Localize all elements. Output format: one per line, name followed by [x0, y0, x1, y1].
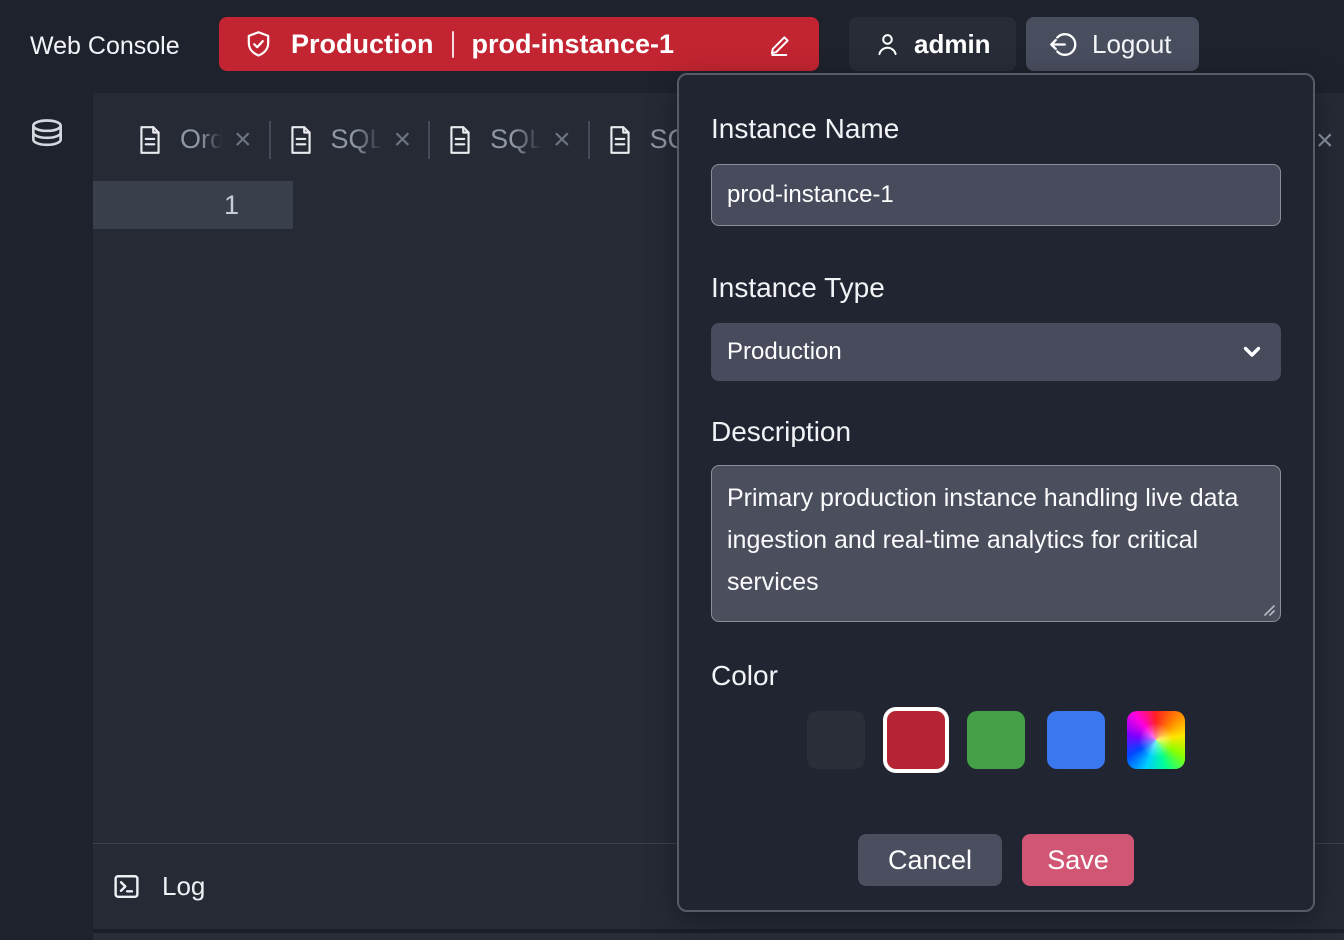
- instance-name-label: Instance Name: [711, 113, 1281, 144]
- user-chip[interactable]: admin: [849, 17, 1016, 71]
- tab-sql-1[interactable]: SQL ×: [288, 124, 412, 155]
- file-icon: [607, 125, 633, 155]
- description-textarea-wrap: Primary production instance handling liv…: [711, 465, 1281, 622]
- color-swatch-row: [711, 711, 1281, 769]
- user-name: admin: [914, 29, 991, 60]
- tab-divider: [428, 121, 430, 159]
- color-label: Color: [711, 660, 1281, 691]
- database-icon[interactable]: [27, 115, 67, 940]
- tab-sql-2[interactable]: SQL ×: [447, 124, 571, 155]
- web-console-screen: Web Console Production prod-instance-1: [0, 0, 1344, 940]
- file-icon: [137, 125, 163, 155]
- edit-instance-icon[interactable]: [767, 30, 795, 58]
- file-icon: [288, 125, 314, 155]
- tab-label: SQL: [490, 124, 544, 155]
- color-swatch-green[interactable]: [967, 711, 1025, 769]
- resize-handle-icon[interactable]: [1262, 603, 1276, 617]
- instance-type-value: Production: [727, 338, 842, 366]
- color-swatch-default-dark[interactable]: [807, 711, 865, 769]
- shield-check-icon: [243, 29, 274, 60]
- instance-type-select[interactable]: Production: [711, 323, 1281, 381]
- tab-divider: [588, 121, 590, 159]
- partial-tab-close-icon[interactable]: ×: [1316, 126, 1334, 156]
- tab-orders[interactable]: Ord ×: [137, 124, 252, 155]
- chevron-down-icon: [1240, 340, 1264, 364]
- logout-button[interactable]: Logout: [1026, 17, 1199, 71]
- tab-label: Ord: [180, 124, 225, 155]
- tab-close-icon[interactable]: ×: [394, 125, 412, 155]
- color-swatch-red-selected[interactable]: [887, 711, 945, 769]
- instance-type-label: Instance Type: [711, 272, 1281, 303]
- line-number: 1: [224, 190, 239, 220]
- color-swatch-blue[interactable]: [1047, 711, 1105, 769]
- editor-active-line-gutter[interactable]: 1: [93, 181, 293, 229]
- terminal-icon: [112, 872, 141, 901]
- log-label: Log: [162, 871, 205, 902]
- user-icon: [874, 31, 901, 58]
- instance-badge[interactable]: Production prod-instance-1: [219, 17, 819, 71]
- color-swatch-custom-rainbow[interactable]: [1127, 711, 1185, 769]
- logout-icon: [1048, 29, 1079, 60]
- modal-actions: Cancel Save: [711, 834, 1281, 886]
- description-textarea[interactable]: Primary production instance handling liv…: [711, 465, 1281, 622]
- tab-divider: [269, 121, 271, 159]
- logout-label: Logout: [1092, 29, 1172, 60]
- tab-close-icon[interactable]: ×: [234, 125, 252, 155]
- tab-close-icon[interactable]: ×: [553, 125, 571, 155]
- save-button[interactable]: Save: [1022, 834, 1134, 886]
- badge-separator: [452, 31, 454, 58]
- edit-instance-modal: Instance Name Instance Type Production D…: [677, 73, 1315, 912]
- environment-label: Production: [291, 29, 434, 60]
- file-icon: [447, 125, 473, 155]
- left-sidebar: [0, 93, 93, 940]
- tab-label: SQL: [331, 124, 385, 155]
- bottom-status-strip: [93, 933, 1344, 940]
- cancel-button[interactable]: Cancel: [858, 834, 1002, 886]
- instance-name-input[interactable]: [711, 164, 1281, 226]
- description-label: Description: [711, 416, 1281, 447]
- instance-name-label: prod-instance-1: [472, 29, 675, 60]
- app-title: Web Console: [30, 0, 180, 93]
